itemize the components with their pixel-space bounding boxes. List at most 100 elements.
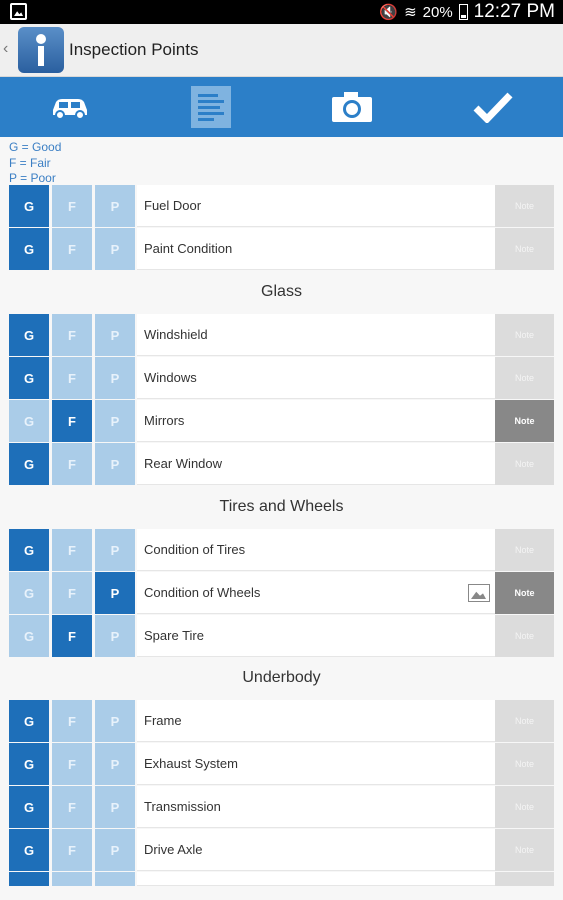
list-item-exhaust: G F P Exhaust System Note	[9, 743, 554, 785]
rating-poor-button[interactable]: P	[95, 829, 135, 871]
rating-poor-button[interactable]: P	[95, 743, 135, 785]
rating-good-button[interactable]: G	[9, 400, 49, 442]
clock: 12:27 PM	[473, 1, 555, 22]
note-button[interactable]: Note	[495, 529, 554, 571]
item-label: Rear Window	[137, 443, 553, 485]
rating-poor-button[interactable]: P	[95, 400, 135, 442]
note-button[interactable]: Note	[495, 228, 554, 270]
rating-good-button[interactable]: G	[9, 314, 49, 356]
rating-poor-button[interactable]: P	[95, 443, 135, 485]
tab-check[interactable]	[422, 77, 563, 137]
rating-poor-button[interactable]: P	[95, 786, 135, 828]
item-label: Windows	[137, 357, 553, 399]
rating-fair-button[interactable]: F	[52, 615, 92, 657]
rating-fair-button[interactable]: F	[52, 357, 92, 399]
photo-attached-icon[interactable]	[468, 584, 490, 602]
rating-good-button[interactable]: G	[9, 228, 49, 270]
rating-poor-button[interactable]: P	[95, 572, 135, 614]
rating-fair-button[interactable]: F	[52, 443, 92, 485]
rating-good-button[interactable]: G	[9, 743, 49, 785]
list-item-transmission: G F P Transmission Note	[9, 786, 554, 828]
rating-poor-button[interactable]: P	[95, 228, 135, 270]
item-label: Frame	[137, 700, 553, 742]
rating-good-button[interactable]: G	[9, 786, 49, 828]
rating-poor-button[interactable]: P	[95, 700, 135, 742]
wifi-icon: ≋	[404, 4, 417, 21]
note-button[interactable]	[495, 872, 554, 886]
gallery-notification-icon	[10, 3, 27, 20]
note-button[interactable]: Note	[495, 786, 554, 828]
rating-fair-button[interactable]	[52, 872, 92, 886]
rating-poor-button[interactable]: P	[95, 615, 135, 657]
rating-fair-button[interactable]: F	[52, 400, 92, 442]
rating-fair-button[interactable]: F	[52, 700, 92, 742]
rating-fair-button[interactable]: F	[52, 185, 92, 227]
checkmark-icon	[473, 92, 513, 123]
item-label: Spare Tire	[137, 615, 553, 657]
note-button[interactable]: Note	[495, 743, 554, 785]
note-button[interactable]: Note	[495, 572, 554, 614]
rating-good-button[interactable]	[9, 872, 49, 886]
battery-percent: 20%	[422, 3, 453, 21]
item-label	[137, 872, 553, 886]
battery-icon	[458, 4, 468, 20]
rating-good-button[interactable]: G	[9, 572, 49, 614]
list-item-spare-tire: G F P Spare Tire Note	[9, 615, 554, 657]
note-button[interactable]: Note	[495, 443, 554, 485]
rating-fair-button[interactable]: F	[52, 786, 92, 828]
status-bar: 🔇 ≋ 20% 12:27 PM	[0, 0, 563, 24]
rating-poor-button[interactable]: P	[95, 357, 135, 399]
tab-report[interactable]	[140, 77, 282, 137]
item-label: Fuel Door	[137, 185, 553, 227]
list-item-rear-window: G F P Rear Window Note	[9, 443, 554, 485]
rating-good-button[interactable]: G	[9, 443, 49, 485]
list-item-drive-axle: G F P Drive Axle Note	[9, 829, 554, 871]
note-button[interactable]: Note	[495, 357, 554, 399]
note-button[interactable]: Note	[495, 829, 554, 871]
tab-vehicle[interactable]	[0, 77, 141, 137]
item-label: Windshield	[137, 314, 553, 356]
tab-bar	[0, 77, 563, 137]
item-label: Exhaust System	[137, 743, 553, 785]
rating-good-button[interactable]: G	[9, 529, 49, 571]
rating-poor-button[interactable]: P	[95, 185, 135, 227]
rating-fair-button[interactable]: F	[52, 829, 92, 871]
note-button[interactable]: Note	[495, 700, 554, 742]
tab-camera[interactable]	[282, 77, 423, 137]
rating-legend: G = Good F = Fair P = Poor	[9, 140, 61, 187]
rating-poor-button[interactable]: P	[95, 314, 135, 356]
note-button[interactable]: Note	[495, 400, 554, 442]
rating-poor-button[interactable]	[95, 872, 135, 886]
list-item-mirrors: G F P Mirrors Note	[9, 400, 554, 442]
note-button[interactable]: Note	[495, 314, 554, 356]
rating-fair-button[interactable]: F	[52, 228, 92, 270]
app-logo-icon[interactable]	[18, 27, 64, 73]
rating-fair-button[interactable]: F	[52, 743, 92, 785]
section-header-underbody: Underbody	[242, 669, 321, 686]
rating-fair-button[interactable]: F	[52, 529, 92, 571]
rating-good-button[interactable]: G	[9, 357, 49, 399]
item-label: Transmission	[137, 786, 553, 828]
car-icon	[53, 99, 88, 119]
document-icon	[191, 86, 232, 128]
item-label: Mirrors	[137, 400, 553, 442]
legend-good: G = Good	[9, 140, 62, 154]
item-label: Condition of Tires	[137, 529, 553, 571]
list-item-frame: G F P Frame Note	[9, 700, 554, 742]
item-label: Paint Condition	[137, 228, 553, 270]
rating-good-button[interactable]: G	[9, 185, 49, 227]
rating-fair-button[interactable]: F	[52, 314, 92, 356]
note-button[interactable]: Note	[495, 185, 554, 227]
item-label: Drive Axle	[137, 829, 553, 871]
legend-fair: F = Fair	[9, 155, 51, 170]
section-header-tires: Tires and Wheels	[219, 498, 344, 515]
rating-poor-button[interactable]: P	[95, 529, 135, 571]
rating-fair-button[interactable]: F	[52, 572, 92, 614]
note-button[interactable]: Note	[495, 615, 554, 657]
rating-good-button[interactable]: G	[9, 700, 49, 742]
back-caret-icon[interactable]: ‹	[3, 40, 8, 58]
rating-good-button[interactable]: G	[9, 829, 49, 871]
camera-icon	[331, 92, 372, 122]
mute-icon: 🔇	[379, 4, 399, 21]
rating-good-button[interactable]: G	[9, 615, 49, 657]
